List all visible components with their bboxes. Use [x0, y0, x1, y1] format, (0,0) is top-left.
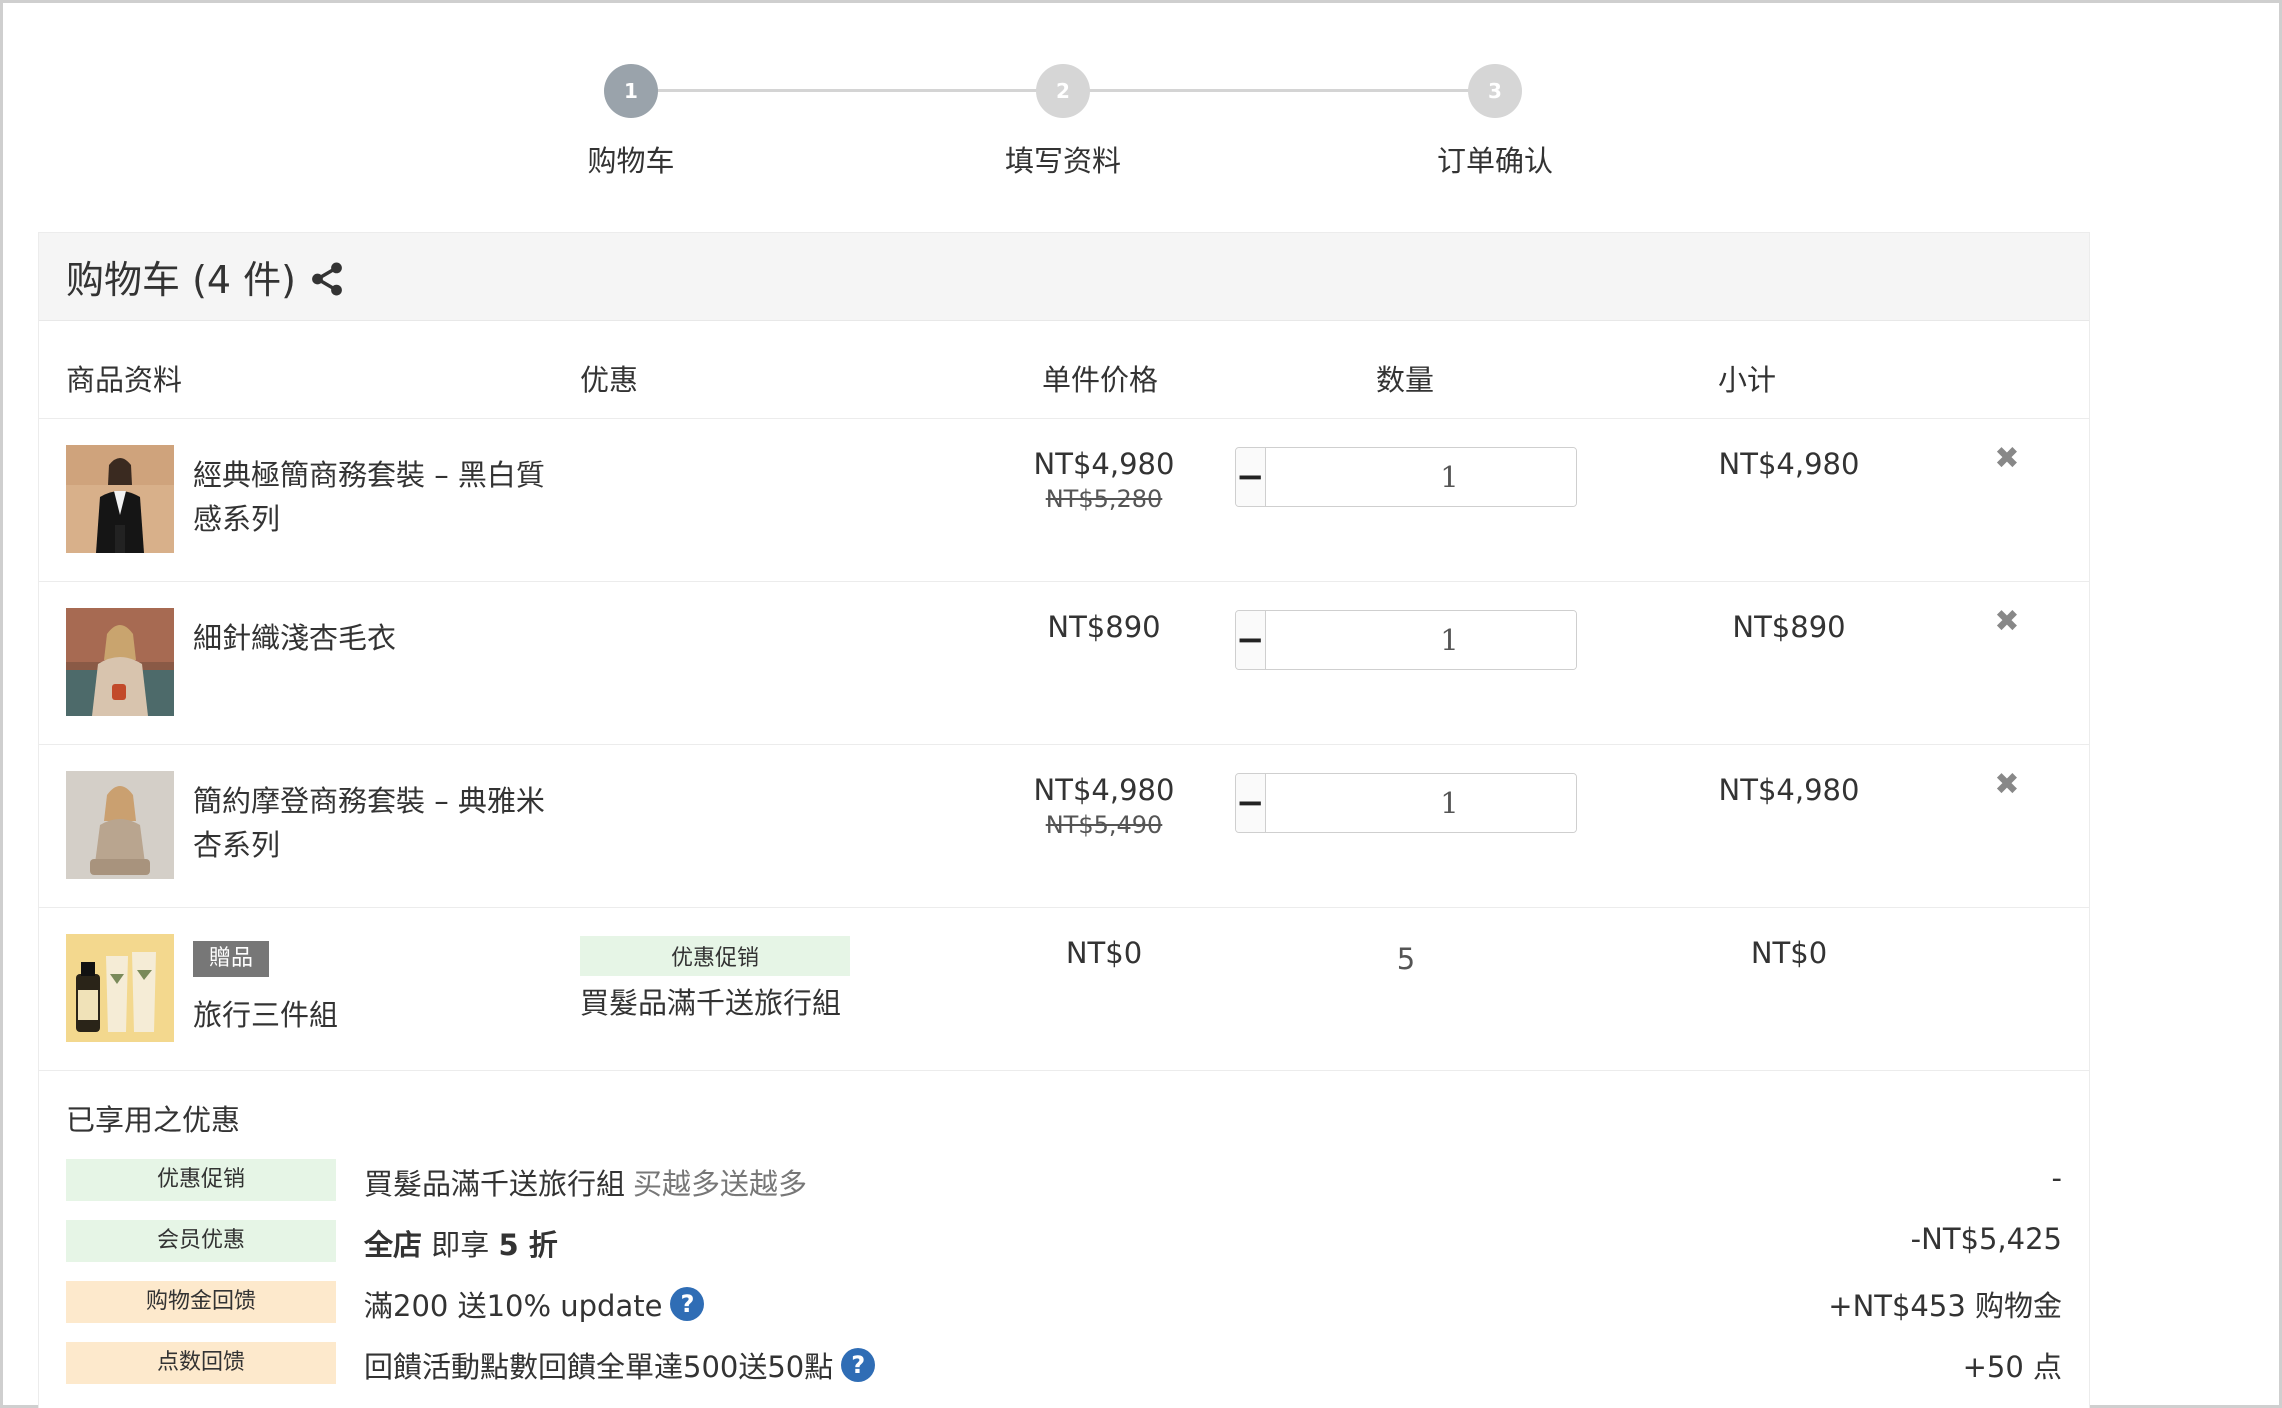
gift-quantity: 5: [1396, 942, 1416, 976]
gift-badge: 贈品: [193, 941, 270, 977]
quantity-stepper: − +: [1235, 610, 1577, 670]
decrease-quantity-button[interactable]: −: [1236, 448, 1266, 506]
item-subtotal: NT$4,980: [1718, 773, 1860, 807]
quantity-stepper: − +: [1235, 773, 1577, 833]
step-number: 3: [1468, 64, 1522, 118]
applied-discounts-title: 已享用之优惠: [66, 1103, 241, 1137]
item-subtotal: NT$890: [1732, 610, 1846, 644]
gift-name: 旅行三件組: [193, 998, 339, 1032]
step-fill-info: 2 填写资料: [933, 0, 1193, 200]
applied-discounts: 已享用之优惠 优惠促销 買髮品滿千送旅行組 买越多送越多 - 会员优惠 全店 即…: [39, 1071, 2089, 1401]
discount-value: -: [2051, 1161, 2062, 1195]
unit-price: NT$890: [959, 610, 1249, 644]
share-icon[interactable]: [308, 260, 346, 298]
discount-text: 滿200 送10% update: [364, 1289, 663, 1323]
remove-item-icon[interactable]: ✖: [1989, 767, 2025, 803]
step-label: 填写资料: [1004, 144, 1121, 178]
cart-item-row: 細針織淺杏毛衣 NT$890 − + NT$890 ✖: [39, 582, 2089, 745]
current-price: NT$4,980: [1033, 773, 1175, 807]
gift-item-row: 贈品 旅行三件組 优惠促销 買髮品滿千送旅行組 NT$0 5 NT$0: [39, 908, 2089, 1071]
discount-value: -NT$5,425: [1910, 1222, 2062, 1256]
discount-rate: 5 折: [498, 1228, 558, 1262]
unit-price: NT$0: [959, 936, 1249, 970]
col-unit-price: 单件价格: [1042, 363, 1159, 397]
product-thumbnail[interactable]: [66, 445, 174, 553]
discount-text: 回饋活動點數回饋全單達500送50點: [364, 1350, 834, 1384]
discount-scope: 全店: [364, 1228, 423, 1262]
step-confirm: 3 订单确认: [1365, 0, 1625, 200]
quantity-input[interactable]: [1265, 611, 1576, 669]
checkout-steps: 1 购物车 2 填写资料 3 订单确认: [0, 0, 2282, 200]
discount-description: 買髮品滿千送旅行組 买越多送越多: [364, 1161, 807, 1203]
step-label: 购物车: [587, 144, 675, 178]
product-name[interactable]: 經典極簡商務套裝 – 黑白質感系列: [193, 453, 553, 541]
current-price: NT$0: [1065, 936, 1143, 970]
discount-row: 会员优惠 全店 即享 5 折 -NT$5,425: [66, 1220, 2062, 1264]
unit-price: NT$4,980 NT$5,490: [959, 773, 1249, 839]
quantity-input[interactable]: [1265, 448, 1576, 506]
product-thumbnail[interactable]: [66, 771, 174, 879]
step-cart: 1 购物车: [501, 0, 761, 200]
item-subtotal: NT$0: [1750, 936, 1828, 970]
promotion-text: 買髮品滿千送旅行組: [580, 986, 842, 1020]
col-promotion: 优惠: [580, 363, 639, 397]
col-product: 商品资料: [66, 363, 183, 397]
quantity-input[interactable]: [1265, 774, 1576, 832]
current-price: NT$4,980: [1033, 447, 1175, 481]
discount-text: 即享: [422, 1228, 499, 1262]
quantity-stepper: − +: [1235, 447, 1577, 507]
remove-item-icon[interactable]: ✖: [1989, 604, 2025, 640]
discount-value: +50 点: [1962, 1350, 2062, 1384]
help-icon[interactable]: ?: [841, 1348, 876, 1382]
decrease-quantity-button[interactable]: −: [1236, 774, 1266, 832]
discount-description: 全店 即享 5 折: [364, 1222, 558, 1264]
cart-panel: 购物车 (4 件) 商品资料 优惠 单件价格 数量 小计 經典極簡商務套裝 – …: [38, 232, 2090, 1408]
product-thumbnail[interactable]: [66, 608, 174, 716]
decrease-quantity-button[interactable]: −: [1236, 611, 1266, 669]
original-price: NT$5,490: [1045, 811, 1163, 839]
remove-item-icon[interactable]: ✖: [1989, 441, 2025, 477]
discount-note: 买越多送越多: [633, 1167, 808, 1201]
product-name[interactable]: 簡約摩登商務套裝 – 典雅米杏系列: [193, 779, 553, 867]
discount-tag: 点数回馈: [66, 1342, 336, 1384]
gift-thumbnail[interactable]: [66, 934, 174, 1042]
help-icon[interactable]: ?: [670, 1287, 705, 1321]
unit-price: NT$4,980 NT$5,280: [959, 447, 1249, 513]
discount-tag: 会员优惠: [66, 1220, 336, 1262]
step-label: 订单确认: [1436, 144, 1553, 178]
discount-row: 优惠促销 買髮品滿千送旅行組 买越多送越多 -: [66, 1159, 2062, 1203]
current-price: NT$890: [1047, 610, 1161, 644]
step-number: 1: [604, 64, 658, 118]
col-subtotal: 小计: [1718, 363, 1777, 397]
product-name[interactable]: 細針織淺杏毛衣: [193, 616, 553, 660]
cart-title: 购物车 (4 件): [66, 258, 296, 302]
cart-item-row: 經典極簡商務套裝 – 黑白質感系列 NT$4,980 NT$5,280 − + …: [39, 419, 2089, 582]
promotion-tag: 优惠促销: [580, 936, 850, 976]
step-number: 2: [1036, 64, 1090, 118]
discount-tag: 购物金回馈: [66, 1281, 336, 1323]
discount-description: 滿200 送10% update ?: [364, 1283, 705, 1325]
discount-description: 回饋活動點數回饋全單達500送50點 ?: [364, 1344, 876, 1386]
discount-value: +NT$453 购物金: [1828, 1289, 2062, 1323]
discount-tag: 优惠促销: [66, 1159, 336, 1201]
discount-row: 购物金回馈 滿200 送10% update ? +NT$453 购物金: [66, 1281, 2062, 1325]
cart-item-row: 簡約摩登商務套裝 – 典雅米杏系列 NT$4,980 NT$5,490 − + …: [39, 745, 2089, 908]
table-header: 商品资料 优惠 单件价格 数量 小计: [39, 321, 2089, 419]
discount-text: 買髮品滿千送旅行組: [364, 1167, 626, 1201]
item-subtotal: NT$4,980: [1718, 447, 1860, 481]
discount-row: 点数回馈 回饋活動點數回饋全單達500送50點 ? +50 点: [66, 1342, 2062, 1386]
original-price: NT$5,280: [1045, 485, 1163, 513]
col-quantity: 数量: [1376, 363, 1435, 397]
cart-header: 购物车 (4 件): [39, 233, 2089, 321]
